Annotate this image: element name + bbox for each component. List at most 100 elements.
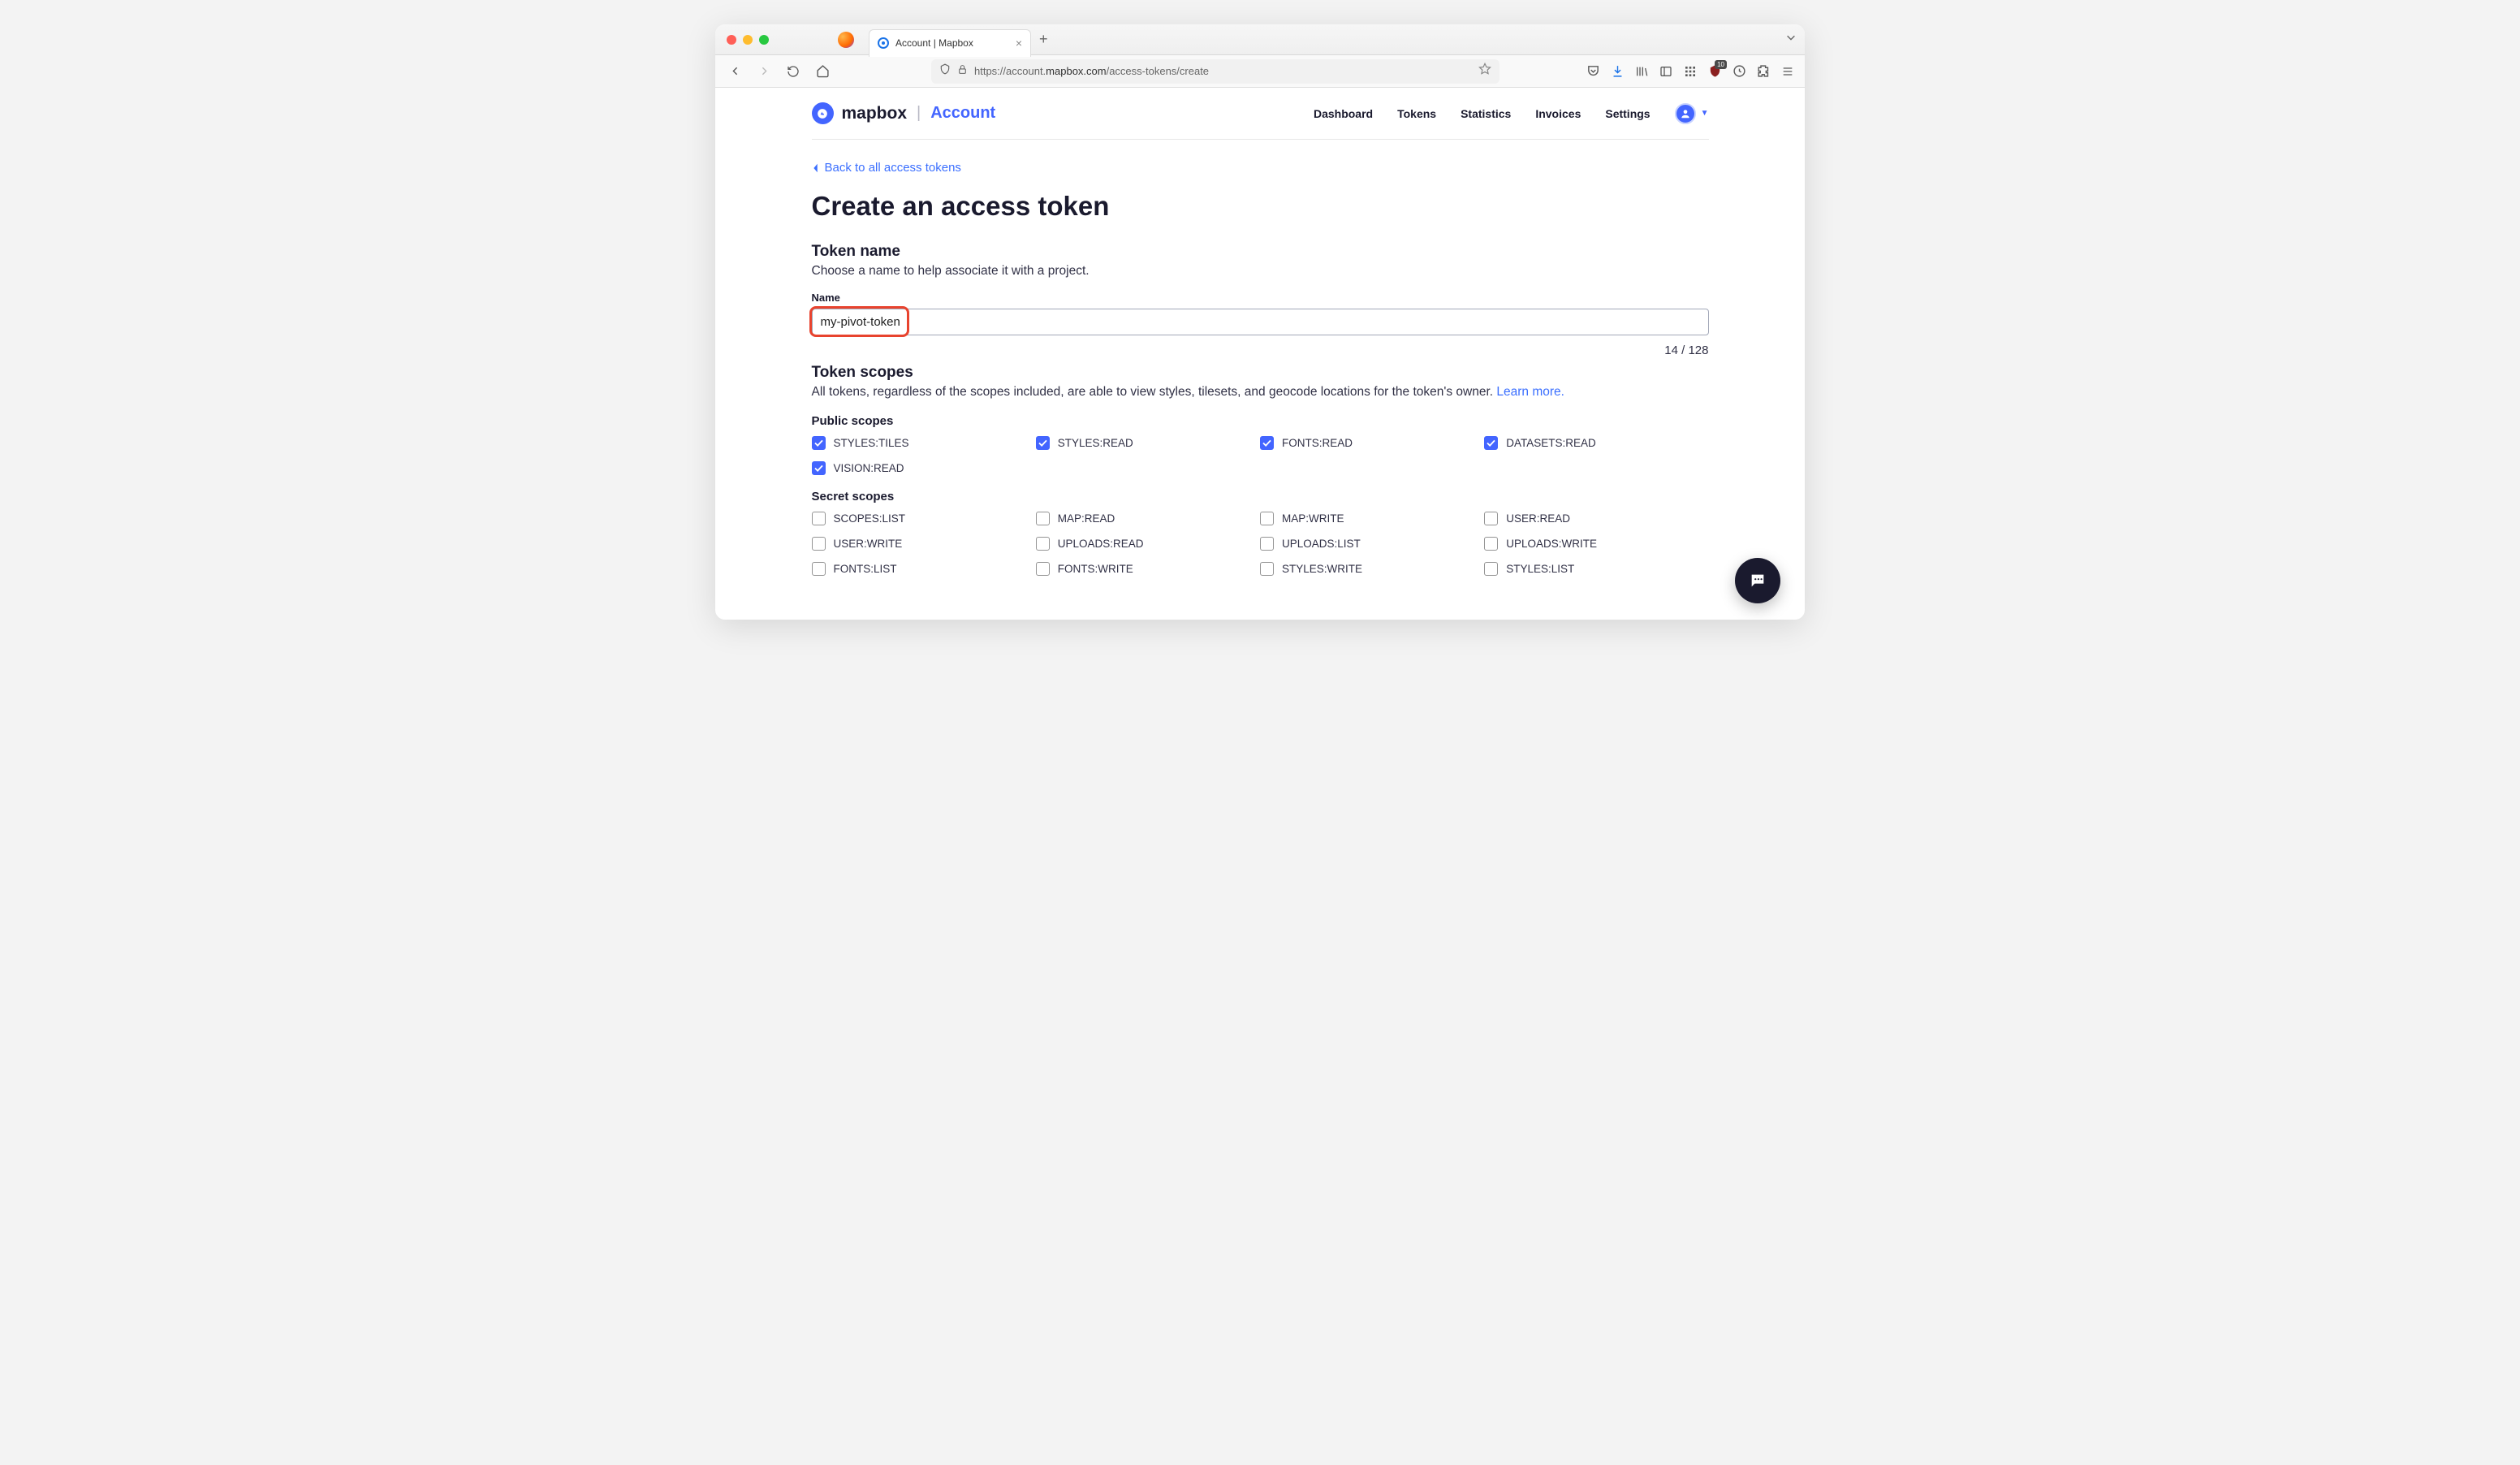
- scope-checkbox[interactable]: [1260, 562, 1274, 576]
- close-window-button[interactable]: [727, 35, 736, 45]
- extensions-icon[interactable]: [1756, 64, 1771, 79]
- browser-tab[interactable]: Account | Mapbox ×: [869, 29, 1031, 57]
- scope-item: UPLOADS:WRITE: [1484, 537, 1708, 551]
- nav-item-tokens[interactable]: Tokens: [1397, 107, 1436, 120]
- token-name-sub: Choose a name to help associate it with …: [812, 264, 1709, 279]
- home-button[interactable]: [813, 62, 832, 81]
- sidebar-icon[interactable]: [1659, 64, 1673, 79]
- nav-item-invoices[interactable]: Invoices: [1535, 107, 1581, 120]
- scope-label: FONTS:READ: [1282, 437, 1353, 449]
- menu-button[interactable]: [1780, 64, 1795, 79]
- name-input-wrap: [812, 309, 1709, 335]
- nav-item-dashboard[interactable]: Dashboard: [1314, 107, 1373, 120]
- learn-more-link[interactable]: Learn more.: [1496, 385, 1564, 399]
- main-column: Back to all access tokens Create an acce…: [812, 140, 1709, 576]
- library-icon[interactable]: [1634, 64, 1649, 79]
- logo-text: mapbox: [842, 104, 908, 123]
- new-tab-button[interactable]: +: [1039, 31, 1048, 48]
- scope-label: FONTS:WRITE: [1058, 563, 1133, 575]
- address-bar[interactable]: https://account.mapbox.com/access-tokens…: [931, 59, 1499, 84]
- scope-label: VISION:READ: [834, 462, 904, 474]
- list-all-tabs-button[interactable]: [1785, 32, 1797, 47]
- scope-checkbox[interactable]: [1036, 562, 1050, 576]
- downloads-icon[interactable]: [1610, 64, 1625, 79]
- permissions-icon[interactable]: [1732, 64, 1746, 79]
- mapbox-logo-icon: [812, 102, 834, 124]
- name-input[interactable]: [812, 309, 1709, 335]
- scope-item: SCOPES:LIST: [812, 512, 1036, 525]
- char-counter: 14 / 128: [812, 344, 1709, 357]
- scope-item: UPLOADS:LIST: [1260, 537, 1484, 551]
- shield-icon: [939, 63, 951, 79]
- grid-icon[interactable]: [1683, 64, 1698, 79]
- scope-item: STYLES:TILES: [812, 436, 1036, 450]
- scopes-heading: Token scopes: [812, 364, 1709, 382]
- nav-item-statistics[interactable]: Statistics: [1461, 107, 1511, 120]
- scope-item: USER:READ: [1484, 512, 1708, 525]
- scope-label: USER:READ: [1506, 512, 1570, 525]
- public-scopes-heading: Public scopes: [812, 414, 1709, 428]
- forward-button[interactable]: [754, 62, 774, 81]
- scope-checkbox[interactable]: [812, 512, 826, 525]
- scope-label: MAP:READ: [1058, 512, 1115, 525]
- scope-checkbox[interactable]: [812, 436, 826, 450]
- back-link[interactable]: Back to all access tokens: [812, 161, 961, 175]
- scope-item: UPLOADS:READ: [1036, 537, 1260, 551]
- scope-label: STYLES:TILES: [834, 437, 909, 449]
- scope-item: STYLES:WRITE: [1260, 562, 1484, 576]
- public-scopes-grid: STYLES:TILES STYLES:READ FONTS:READ DATASET…: [812, 436, 1709, 475]
- scope-checkbox[interactable]: [1484, 436, 1498, 450]
- logo-separator: |: [917, 104, 921, 123]
- scope-item: FONTS:READ: [1260, 436, 1484, 450]
- browser-toolbar: https://account.mapbox.com/access-tokens…: [715, 55, 1805, 88]
- scope-checkbox[interactable]: [1036, 537, 1050, 551]
- scope-item: MAP:WRITE: [1260, 512, 1484, 525]
- maximize-window-button[interactable]: [759, 35, 769, 45]
- tab-favicon-icon: [878, 37, 889, 49]
- scope-checkbox[interactable]: [812, 537, 826, 551]
- scope-checkbox[interactable]: [1260, 537, 1274, 551]
- minimize-window-button[interactable]: [743, 35, 753, 45]
- main-nav: Dashboard Tokens Statistics Invoices Set…: [1314, 107, 1651, 120]
- page-content-scroll[interactable]: mapbox | Account Dashboard Tokens Statis…: [715, 88, 1805, 620]
- caret-down-icon: ▼: [1701, 109, 1709, 118]
- scope-item: DATASETS:READ: [1484, 436, 1708, 450]
- scope-checkbox[interactable]: [1036, 436, 1050, 450]
- chat-fab-button[interactable]: [1735, 558, 1780, 603]
- reload-button[interactable]: [783, 62, 803, 81]
- ublock-icon[interactable]: 10: [1707, 64, 1722, 79]
- secret-scopes-heading: Secret scopes: [812, 490, 1709, 503]
- bookmark-star-button[interactable]: [1478, 63, 1491, 80]
- scope-checkbox[interactable]: [1260, 436, 1274, 450]
- scope-item: STYLES:READ: [1036, 436, 1260, 450]
- scope-label: UPLOADS:WRITE: [1506, 538, 1597, 550]
- scope-label: STYLES:READ: [1058, 437, 1133, 449]
- scope-checkbox[interactable]: [1484, 562, 1498, 576]
- lock-icon: [957, 64, 968, 79]
- scope-item: STYLES:LIST: [1484, 562, 1708, 576]
- pocket-icon[interactable]: [1586, 64, 1600, 79]
- scope-checkbox[interactable]: [1484, 512, 1498, 525]
- scope-checkbox[interactable]: [1484, 537, 1498, 551]
- logo-group[interactable]: mapbox | Account: [812, 102, 996, 124]
- secret-scopes-grid: SCOPES:LISTMAP:READMAP:WRITEUSER:READUSE…: [812, 512, 1709, 576]
- scope-label: MAP:WRITE: [1282, 512, 1344, 525]
- section-label: Account: [930, 104, 995, 123]
- name-label: Name: [812, 292, 1709, 304]
- window-titlebar: Account | Mapbox × +: [715, 24, 1805, 55]
- scope-checkbox[interactable]: [812, 562, 826, 576]
- scope-checkbox[interactable]: [1260, 512, 1274, 525]
- scope-checkbox[interactable]: [812, 461, 826, 475]
- site-topbar: mapbox | Account Dashboard Tokens Statis…: [812, 88, 1709, 140]
- scope-label: DATASETS:READ: [1506, 437, 1596, 449]
- scope-checkbox[interactable]: [1036, 512, 1050, 525]
- avatar-icon: [1675, 103, 1696, 124]
- back-button[interactable]: [725, 62, 744, 81]
- account-menu[interactable]: ▼: [1675, 103, 1709, 124]
- browser-window: Account | Mapbox × + https://account.map…: [715, 24, 1805, 620]
- close-tab-button[interactable]: ×: [1016, 37, 1022, 50]
- scope-label: UPLOADS:LIST: [1282, 538, 1361, 550]
- scope-label: SCOPES:LIST: [834, 512, 906, 525]
- window-controls: [727, 35, 769, 45]
- nav-item-settings[interactable]: Settings: [1605, 107, 1650, 120]
